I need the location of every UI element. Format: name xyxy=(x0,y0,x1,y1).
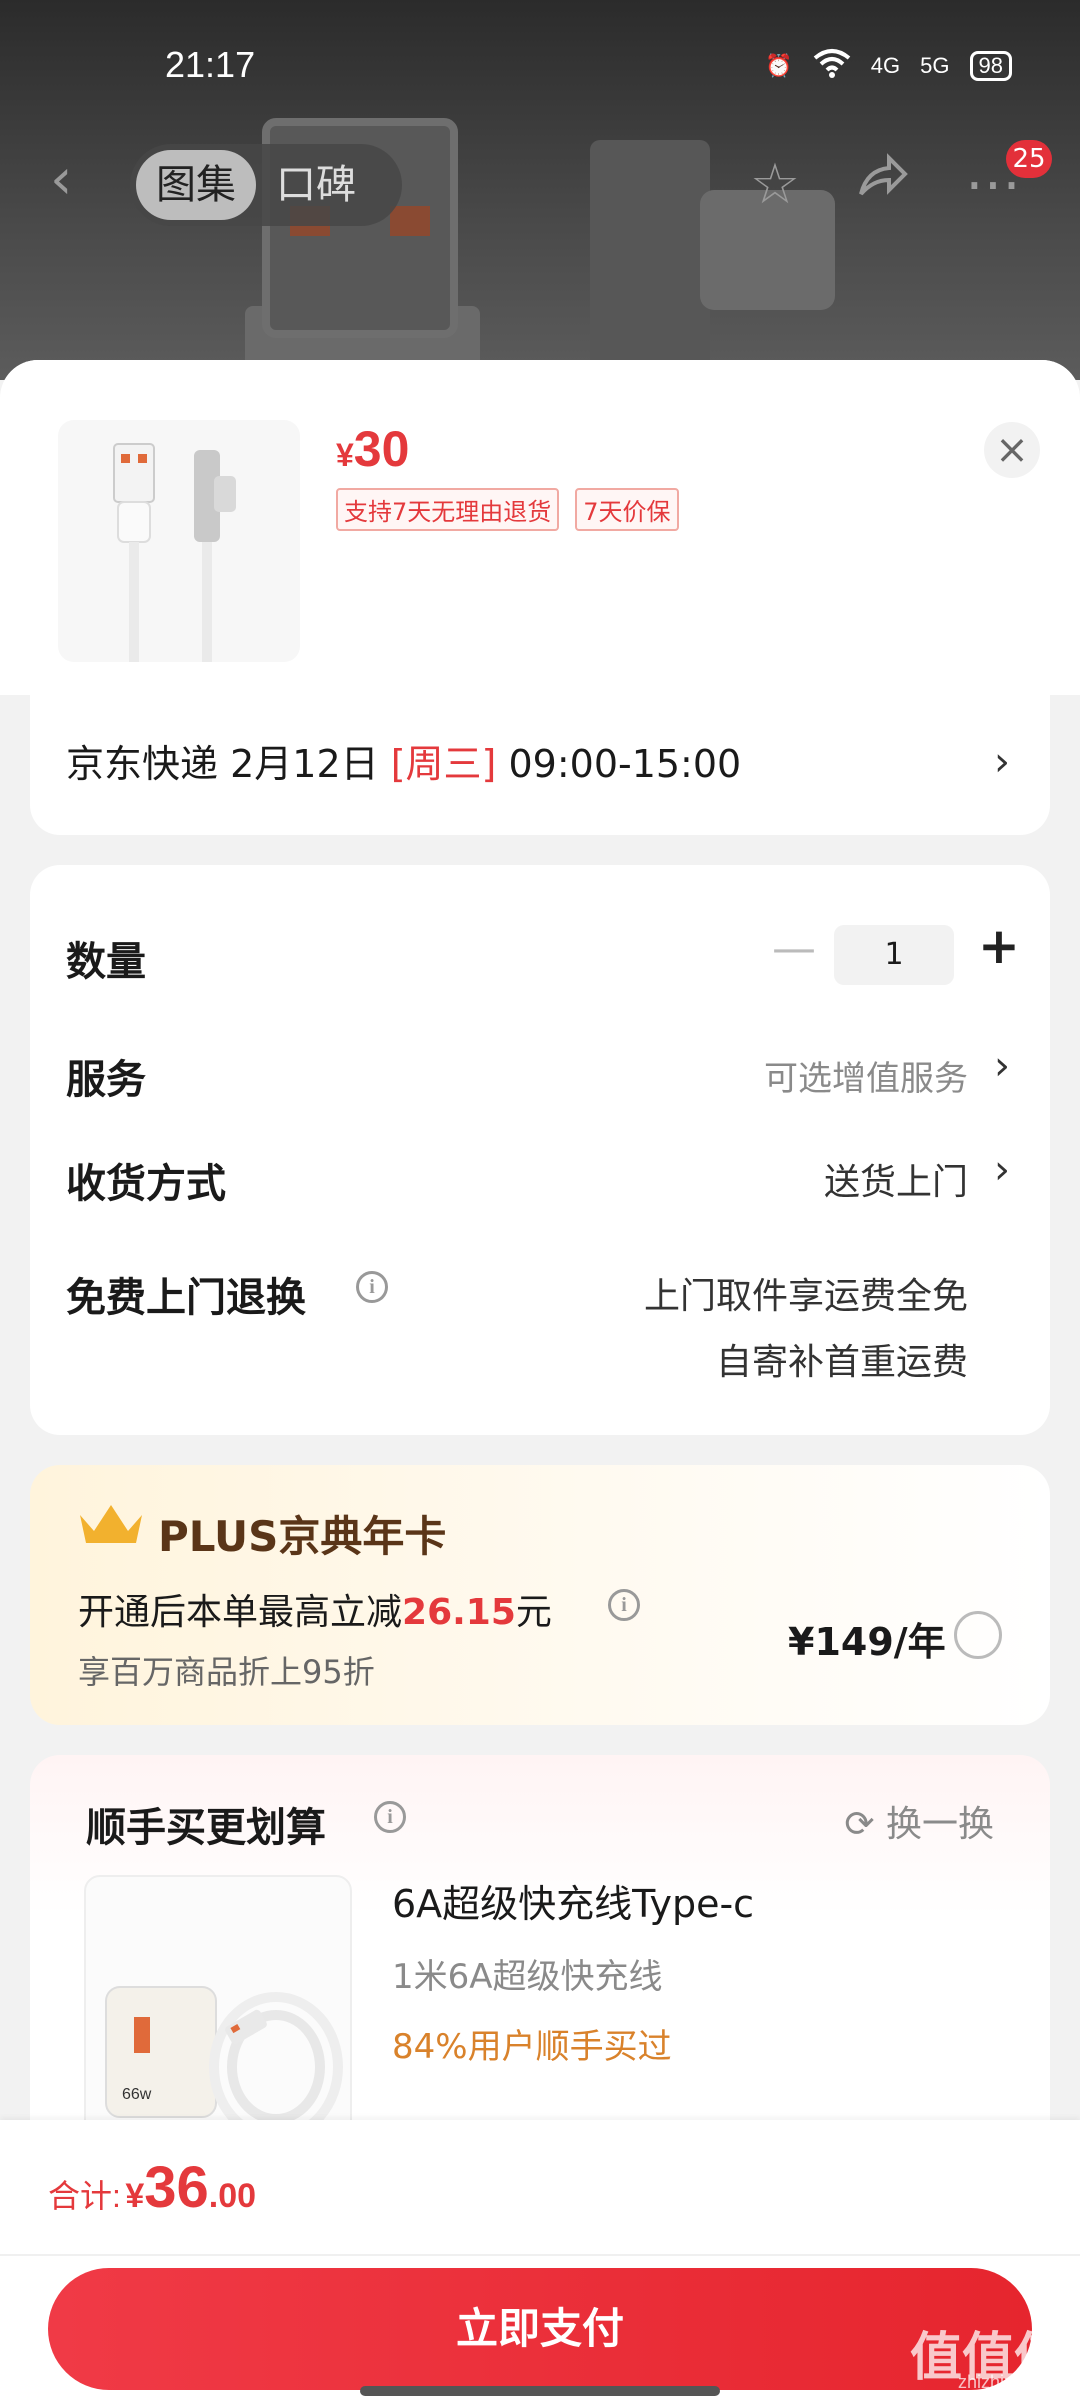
plus-title: PLUS京典年卡 xyxy=(158,1512,447,1561)
refresh-label: 换一换 xyxy=(885,1804,994,1845)
sheet-header: ¥30 支持7天无理由退货 7天价保 × xyxy=(0,360,1080,695)
total-label: 合计: xyxy=(48,2178,121,2214)
favorite-star-icon[interactable]: ☆ xyxy=(740,150,810,220)
status-icons: ⏰ 4G 5G 98 xyxy=(765,48,1012,84)
product-tags: 支持7天无理由退货 7天价保 xyxy=(336,488,679,531)
tab-reviews[interactable]: 口碑 xyxy=(256,150,376,220)
recommend-item-name[interactable]: 6A超级快充线Type-c xyxy=(392,1873,754,1928)
watermark-url: zhizhizhi.com xyxy=(957,2372,1066,2392)
total-integer: 36 xyxy=(144,2155,209,2220)
delivery-carrier: 京东快递 xyxy=(66,742,219,786)
tag-7day-return: 支持7天无理由退货 xyxy=(336,488,560,531)
recommend-info-icon[interactable]: i xyxy=(374,1801,406,1833)
top-nav: ‹ 图集 口碑 ☆ ⋯ 25 xyxy=(0,140,1080,230)
pay-now-button[interactable]: 立即支付 xyxy=(48,2268,1032,2390)
close-icon[interactable]: × xyxy=(984,422,1040,478)
plus-benefit-line: 享百万商品折上95折 xyxy=(78,1653,375,1691)
delivery-row[interactable]: 京东快递 2月12日 [周三] 09:00-15:00 › xyxy=(30,695,1050,835)
quantity-increase-button[interactable]: + xyxy=(978,917,1020,975)
delivery-text: 京东快递 2月12日 [周三] 09:00-15:00 xyxy=(66,733,741,788)
recommend-item-subtitle: 1米6A超级快充线 xyxy=(392,1957,663,1997)
refresh-icon: ⟳ xyxy=(844,1804,875,1845)
tag-price-protect: 7天价保 xyxy=(575,488,679,531)
status-bar: 21:17 ⏰ 4G 5G 98 xyxy=(0,0,1080,130)
plus-info-icon[interactable]: i xyxy=(608,1589,640,1621)
info-icon[interactable]: i xyxy=(356,1271,388,1303)
total-currency: ¥ xyxy=(125,2177,145,2215)
wifi-icon xyxy=(813,48,851,84)
divider xyxy=(0,2254,1080,2256)
plus-discount-prefix: 开通后本单最高立减 xyxy=(78,1592,403,1633)
refresh-button[interactable]: ⟳ 换一换 xyxy=(844,1795,994,1847)
charger-label: 66w xyxy=(122,2086,152,2103)
plus-price: ¥149/年 xyxy=(788,1620,946,1664)
chevron-right-icon: › xyxy=(994,739,1010,785)
recommendation-card: 顺手买更划算 i ⟳ 换一换 66w 6A超级快充线Type-c 1米6A超级快… xyxy=(30,1755,1050,2175)
service-label: 服务 xyxy=(66,1057,146,1103)
plus-discount-amount: 26.15 xyxy=(402,1592,516,1633)
signal-4g-label: 4G xyxy=(870,53,901,78)
status-time: 21:17 xyxy=(165,44,256,85)
total-decimal: .00 xyxy=(208,2177,257,2215)
share-icon[interactable] xyxy=(846,150,916,220)
plus-discount-suffix: 元 xyxy=(515,1592,552,1633)
checkout-sheet: ¥30 支持7天无理由退货 7天价保 × 京东快递 2月12日 [周三] 09:… xyxy=(0,360,1080,2400)
tab-gallery[interactable]: 图集 xyxy=(136,150,256,220)
order-total: 合计: ¥36.00 xyxy=(48,2154,256,2221)
signal-5g-label: 5G xyxy=(920,53,950,78)
delivery-time-window: 09:00-15:00 xyxy=(508,742,742,786)
quantity-input[interactable]: 1 xyxy=(834,925,954,985)
plus-discount-line: 开通后本单最高立减26.15元 xyxy=(78,1583,552,1635)
service-value[interactable]: 可选增值服务 xyxy=(764,1051,968,1100)
back-icon[interactable]: ‹ xyxy=(50,150,106,210)
message-badge: 25 xyxy=(1006,140,1052,178)
battery-indicator: 98 xyxy=(969,51,1012,81)
home-indicator[interactable] xyxy=(360,2386,720,2396)
quantity-decrease-button[interactable]: — xyxy=(772,923,816,974)
receive-method-label: 收货方式 xyxy=(66,1161,226,1207)
free-return-value-1: 上门取件享运费全免 xyxy=(643,1276,968,1317)
quantity-label: 数量 xyxy=(66,939,146,985)
receive-chevron-icon[interactable]: › xyxy=(994,1147,1010,1193)
free-return-label: 免费上门退换 xyxy=(66,1275,306,1321)
delivery-date: 2月12日 xyxy=(230,742,379,786)
price-currency: ¥ xyxy=(336,437,354,473)
price-value: 30 xyxy=(353,421,410,477)
alarm-icon: ⏰ xyxy=(765,53,793,78)
receive-method-value[interactable]: 送货上门 xyxy=(824,1153,968,1205)
order-options: 数量 — 1 + 服务 可选增值服务 › 收货方式 送货上门 › 免费上门退换 … xyxy=(30,865,1050,1435)
product-price: ¥30 xyxy=(336,420,409,478)
crown-icon xyxy=(80,1505,142,1543)
delivery-weekday: [周三] xyxy=(390,742,497,786)
gallery-tab-switch: 图集 口碑 xyxy=(130,144,402,226)
product-thumbnail[interactable] xyxy=(58,420,300,662)
recommend-title: 顺手买更划算 xyxy=(86,1805,326,1851)
recommend-item-stat: 84%用户顺手买过 xyxy=(392,2027,672,2067)
free-return-value-2: 自寄补首重运费 xyxy=(715,1342,968,1383)
plus-membership-card[interactable]: PLUS京典年卡 开通后本单最高立减26.15元 i 享百万商品折上95折 ¥1… xyxy=(30,1465,1050,1725)
plus-select-radio[interactable] xyxy=(954,1611,1002,1659)
service-chevron-icon[interactable]: › xyxy=(994,1043,1010,1089)
